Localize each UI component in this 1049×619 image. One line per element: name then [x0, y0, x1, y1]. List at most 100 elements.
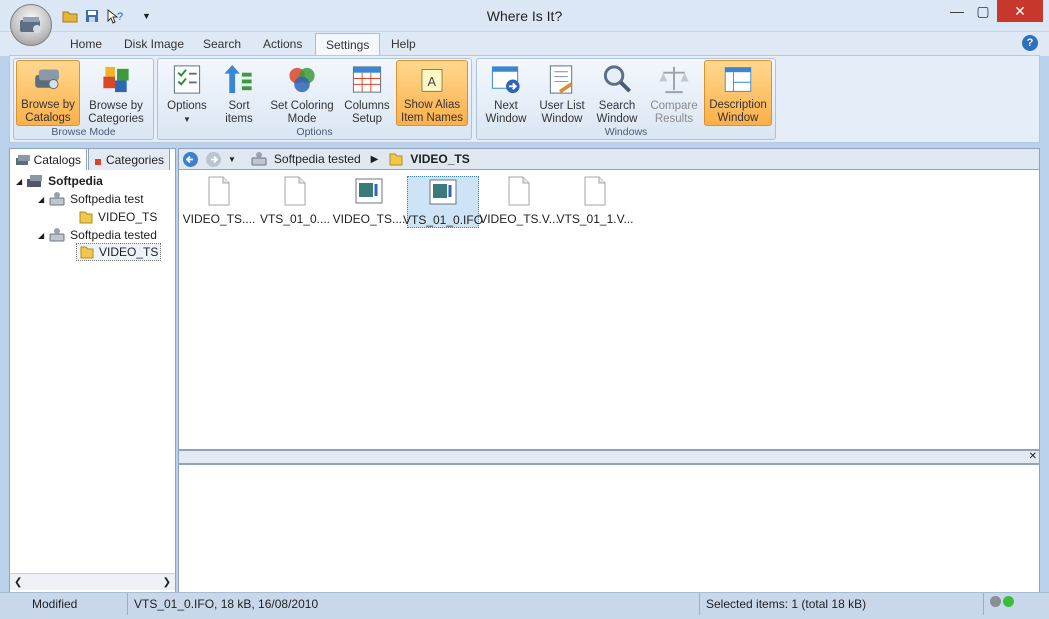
- whats-this-icon[interactable]: ?: [104, 6, 128, 25]
- close-pane-icon[interactable]: ✕: [1029, 451, 1037, 462]
- back-icon[interactable]: [182, 151, 199, 168]
- options-button[interactable]: Options ▼: [162, 60, 212, 126]
- set-coloring-mode-button[interactable]: Set Coloring Mode: [266, 60, 338, 126]
- tree-label: Softpedia test: [70, 192, 144, 206]
- breadcrumb-item[interactable]: Softpedia tested: [274, 152, 361, 166]
- file-name: VIDEO_TS....: [182, 212, 256, 226]
- button-label-line: Item Names: [401, 112, 463, 124]
- tab-home[interactable]: Home: [60, 33, 112, 56]
- user-list-window-button[interactable]: User List Window: [536, 60, 588, 126]
- button-label-line: Window: [717, 112, 759, 124]
- compare-results-button[interactable]: Compare Results: [646, 60, 702, 126]
- indicator-off-icon: [990, 596, 1001, 607]
- status-indicators: [990, 596, 1014, 607]
- group-label: Browse Mode: [51, 126, 116, 138]
- button-label-line: Browse by: [89, 100, 143, 112]
- alias-tag-icon: A: [421, 69, 443, 92]
- scroll-right-icon[interactable]: ❯: [163, 577, 171, 588]
- description-window-button[interactable]: Description Window: [704, 60, 772, 126]
- browse-by-categories-button[interactable]: Browse by Categories: [84, 60, 148, 126]
- file-list-pane: VIDEO_TS.... VTS_01_0.... VIDEO_TS.... V…: [178, 170, 1040, 450]
- help-icon[interactable]: ?: [1022, 35, 1038, 51]
- tree-node-folder[interactable]: VIDEO_TS: [78, 208, 157, 226]
- customize-qat-icon[interactable]: ▼: [137, 6, 156, 25]
- save-icon[interactable]: [82, 6, 101, 25]
- magnifier-icon: [603, 65, 631, 93]
- tree-node-disk[interactable]: ◢ Softpedia test: [38, 190, 144, 208]
- file-item[interactable]: VTS_01_0....: [259, 176, 331, 228]
- close-button[interactable]: ✕: [997, 0, 1043, 22]
- tab-disk-image[interactable]: Disk Image: [114, 33, 194, 56]
- tab-catalogs[interactable]: Catalogs: [9, 148, 87, 170]
- columns-icon: [352, 66, 382, 93]
- tree-node-disk[interactable]: ◢ Softpedia tested: [38, 226, 157, 244]
- show-alias-item-names-button[interactable]: A Show Alias Item Names: [396, 60, 468, 126]
- browse-by-catalogs-button[interactable]: Browse by Catalogs: [16, 60, 80, 126]
- file-item-selected[interactable]: VTS_01_0.IFO: [403, 176, 483, 228]
- file-name: VTS_01_0....: [259, 212, 331, 226]
- file-item[interactable]: VTS_01_1.V...: [557, 176, 633, 228]
- breadcrumb-item[interactable]: VIDEO_TS: [410, 152, 469, 166]
- description-pane[interactable]: [178, 464, 1040, 593]
- tree-label: Softpedia: [48, 174, 103, 188]
- breadcrumb: ▼ Softpedia tested ▶ VIDEO_TS: [178, 148, 1040, 170]
- tree-label: VIDEO_TS: [99, 245, 159, 259]
- button-label-line: Browse by: [21, 99, 75, 111]
- button-label-line: Sort: [228, 100, 250, 112]
- button-label-line: Set Coloring: [270, 100, 334, 112]
- history-dropdown-icon[interactable]: ▼: [228, 155, 236, 164]
- search-window-button[interactable]: Search Window: [592, 60, 642, 126]
- compare-scales-icon: [659, 66, 689, 94]
- tab-actions[interactable]: Actions: [253, 33, 312, 56]
- description-window-icon: [724, 67, 752, 92]
- button-label-line: Options: [167, 100, 207, 112]
- scroll-left-icon[interactable]: ❮: [14, 577, 22, 588]
- folder-icon: [80, 246, 94, 259]
- disk-icon: [49, 228, 65, 242]
- sort-arrow-icon: [224, 64, 252, 94]
- ifo-file-icon: [355, 178, 383, 204]
- tab-settings[interactable]: Settings: [315, 33, 381, 56]
- pane-splitter[interactable]: ✕: [178, 450, 1040, 464]
- button-label-line: Search: [598, 100, 636, 112]
- svg-text:?: ?: [117, 11, 123, 23]
- categories-icon: [103, 66, 129, 93]
- window-title: Where Is It?: [486, 8, 563, 24]
- button-label-line: Catalogs: [25, 112, 71, 124]
- tree-node-folder-selected[interactable]: VIDEO_TS: [76, 243, 162, 261]
- folder-icon: [79, 211, 93, 224]
- button-label-line: Show Alias: [403, 99, 461, 111]
- file-item[interactable]: VIDEO_TS.V...: [479, 176, 559, 228]
- button-label-line: Compare: [650, 100, 698, 112]
- sort-items-button[interactable]: Sort items: [216, 60, 262, 126]
- horizontal-scrollbar[interactable]: ❮ ❯: [10, 573, 175, 590]
- document-icon: [584, 176, 606, 206]
- button-label-line: Mode: [287, 113, 317, 125]
- document-icon: [208, 176, 230, 206]
- forward-icon[interactable]: [205, 151, 222, 168]
- status-selection: Selected items: 1 (total 18 kB): [700, 593, 984, 615]
- open-folder-icon[interactable]: [60, 6, 79, 25]
- catalog-icon: [27, 175, 43, 187]
- button-label-line: Results: [654, 113, 694, 125]
- tab-search[interactable]: Search: [193, 33, 251, 56]
- maximize-button[interactable]: ▢: [970, 0, 996, 22]
- options-checklist-icon: [173, 65, 201, 94]
- button-label-line: Categories: [88, 113, 144, 125]
- app-logo-icon: [20, 17, 41, 33]
- tree-node-root[interactable]: ◢ Softpedia: [16, 172, 103, 190]
- tab-categories[interactable]: Categories: [88, 148, 170, 170]
- button-label-line: Columns: [344, 100, 390, 112]
- file-name: VIDEO_TS....: [332, 212, 406, 226]
- button-label-line: Window: [596, 113, 638, 125]
- button-label-line: User List: [539, 100, 585, 112]
- user-list-icon: [549, 65, 573, 94]
- svg-text:A: A: [427, 74, 436, 89]
- tab-help[interactable]: Help: [381, 33, 426, 56]
- minimize-button[interactable]: —: [944, 0, 970, 22]
- file-item[interactable]: VIDEO_TS....: [183, 176, 255, 228]
- next-window-button[interactable]: Next Window: [480, 60, 532, 126]
- application-menu-button[interactable]: [10, 4, 52, 46]
- file-item[interactable]: VIDEO_TS....: [333, 176, 405, 228]
- columns-setup-button[interactable]: Columns Setup: [342, 60, 392, 126]
